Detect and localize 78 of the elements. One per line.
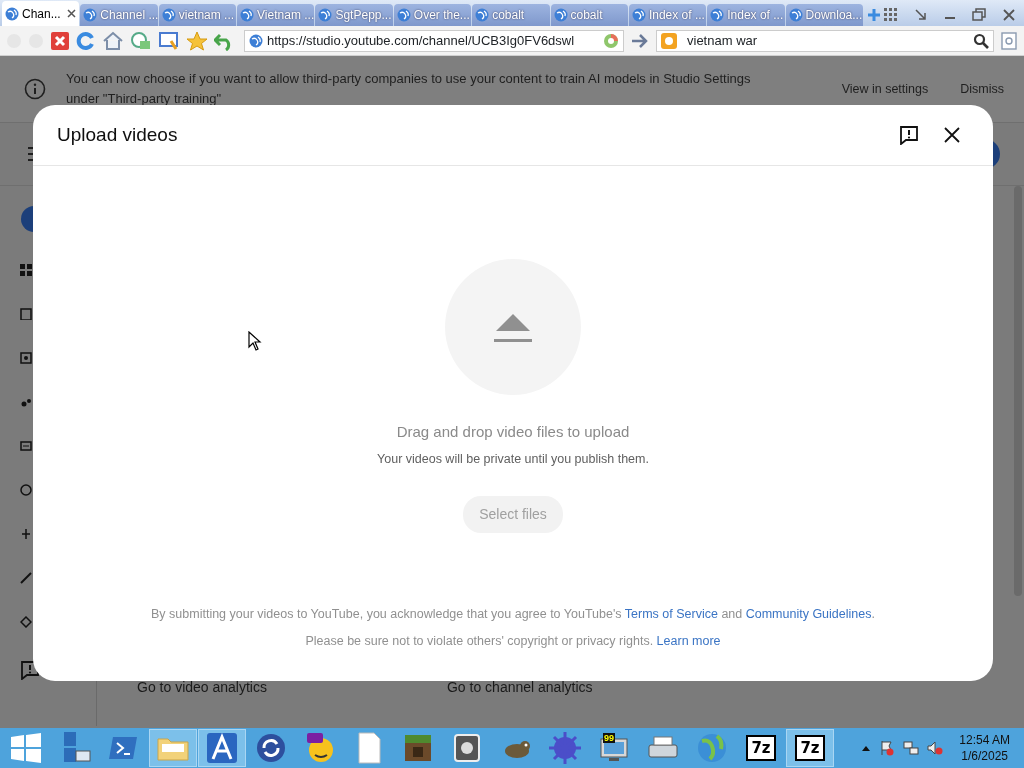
taskbar-clock[interactable]: 12:54 AM 1/6/2025: [959, 732, 1010, 764]
globe-icon: [710, 8, 725, 22]
go-arrow-icon[interactable]: [630, 32, 650, 49]
arrow-icon[interactable]: [914, 8, 928, 22]
globe-icon: [83, 8, 98, 22]
banner-button[interactable]: Dismiss: [952, 73, 1012, 105]
globe-icon: [318, 8, 333, 22]
drop-prompt: Drag and drop video files to upload: [396, 422, 630, 442]
cursor-icon: [248, 331, 262, 351]
spiky-ball-icon: [546, 729, 584, 767]
globe-icon: [5, 6, 19, 21]
browser-tab[interactable]: Index of ...: [707, 4, 785, 26]
taskbar-label: 7z: [795, 735, 825, 761]
diamond-icon[interactable]: [20, 616, 32, 628]
restore-icon[interactable]: [972, 8, 986, 22]
clock-time: 12:54 AM: [959, 732, 1010, 748]
globe-icon: [475, 8, 490, 22]
taskbar-button[interactable]: 7z: [737, 729, 785, 767]
dialog-title: Upload videos: [57, 122, 178, 147]
taskbar-button[interactable]: [198, 729, 246, 767]
dots-icon[interactable]: [20, 396, 32, 408]
globe-icon: [249, 33, 263, 48]
footer-link[interactable]: Learn more: [656, 634, 721, 649]
banner-button[interactable]: View in settings: [833, 73, 937, 105]
home-icon[interactable]: [102, 30, 124, 51]
search-engine-icon: [661, 32, 677, 49]
panel-icon[interactable]: [20, 440, 32, 452]
browser-tab[interactable]: Channel ...: [80, 4, 158, 26]
browser-tab[interactable]: Over the...: [393, 4, 472, 26]
clock-date: 1/6/2025: [960, 748, 1009, 764]
info-icon: [24, 78, 46, 100]
stop-icon[interactable]: [50, 30, 70, 51]
browser-tab[interactable]: SgtPepp...: [315, 4, 393, 26]
avatar-icon[interactable]: [20, 206, 34, 232]
globe-icon: [553, 8, 568, 22]
search-field[interactable]: vietnam war: [656, 29, 994, 52]
grid-icon[interactable]: [20, 264, 32, 276]
line-icon[interactable]: [20, 572, 32, 584]
globe-icon: [788, 8, 803, 22]
globe-icon: [161, 8, 176, 22]
banner-text: You can now choose if you want to allow third-party companies to use your content to train AI models in Studio Settings under "Third-party training": [66, 70, 752, 108]
browser-tab[interactable]: Vietnam ...: [237, 4, 315, 26]
circle-icon[interactable]: [20, 484, 32, 496]
taskbar-button[interactable]: 99: [590, 729, 638, 767]
speaker-icon[interactable]: [927, 740, 944, 756]
globe-icon: [240, 8, 255, 22]
search-icon[interactable]: [973, 32, 989, 49]
feedback-icon[interactable]: [899, 125, 919, 145]
address-bar[interactable]: https://studio.youtube.com/channel/UCB3Ig0FV6dswl: [244, 29, 624, 52]
taskbar-label: 7z: [746, 735, 776, 761]
browser-tab[interactable]: cobalt: [550, 4, 628, 26]
page-search-icon[interactable]: [1000, 31, 1018, 50]
taskbar-label: 99: [603, 733, 615, 743]
flag-icon[interactable]: [879, 740, 896, 756]
globe-icon: [631, 8, 646, 22]
footer-text: By submitting your videos to YouTube, you acknowledge that you agree to YouTube's Terms of Service and Community Guidelines.: [151, 605, 875, 623]
square-icon[interactable]: [20, 352, 32, 364]
page-icon[interactable]: [20, 308, 32, 320]
footer-text: Please be sure not to violate others' copyright or privacy rights. Learn more: [305, 633, 721, 651]
star-icon[interactable]: [186, 30, 208, 51]
window-icon[interactable]: [158, 30, 180, 51]
browser-tab[interactable]: Index of ...: [628, 4, 707, 26]
grid-icon[interactable]: [884, 8, 898, 22]
close-icon[interactable]: [943, 126, 961, 144]
network-icon[interactable]: [903, 740, 920, 756]
taskbar-button[interactable]: 7z: [786, 729, 834, 767]
privacy-note: Your videos will be private until you publish them.: [377, 450, 649, 468]
color-wheel-icon: [603, 32, 619, 49]
caret-icon[interactable]: [861, 744, 872, 752]
browser-tab[interactable]: Chan...: [2, 1, 80, 26]
close-icon[interactable]: [67, 9, 77, 18]
cross-icon[interactable]: [20, 528, 32, 540]
globe-icon: [396, 8, 411, 22]
footer-link[interactable]: Terms of Service: [624, 606, 718, 621]
reload-icon[interactable]: [76, 30, 96, 51]
browser-tab[interactable]: Downloa...: [785, 4, 863, 26]
browser-tab[interactable]: cobalt: [472, 4, 550, 26]
browser-tab[interactable]: vietnam ...: [158, 4, 237, 26]
